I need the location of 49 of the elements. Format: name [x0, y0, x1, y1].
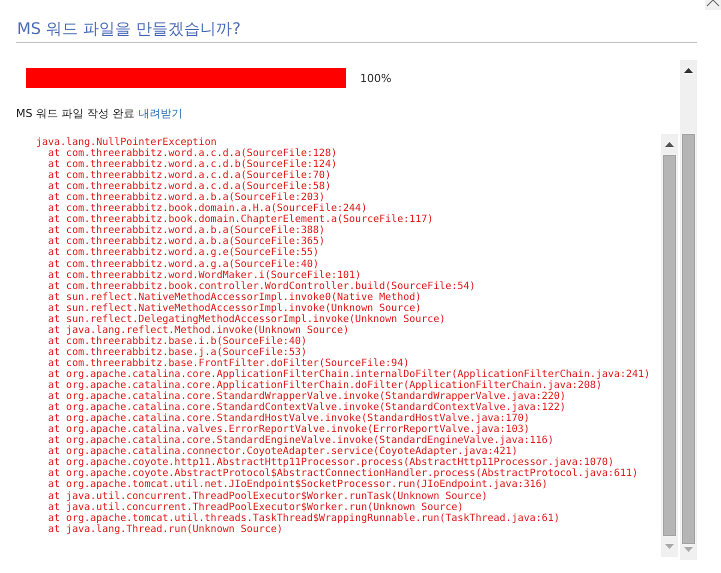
stack-frame: at java.util.concurrent.ThreadPoolExecutor$Worker.run(Unknown Source): [36, 502, 661, 513]
status-message: MS 워드 파일 작성 완료: [16, 107, 134, 121]
stack-frame: at sun.reflect.NativeMethodAccessorImpl.invoke(Unknown Source): [36, 302, 661, 314]
stack-frame: at org.apache.catalina.core.StandardHostValve.invoke(StandardHostValve.java:170): [36, 413, 661, 424]
inner-scrollbar[interactable]: [661, 134, 678, 557]
stack-frame: at java.util.concurrent.ThreadPoolExecutor$Worker.runTask(Unknown Source): [36, 490, 661, 502]
stack-frame: at com.threerabbitz.word.a.b.a(SourceFile:388): [36, 225, 661, 236]
stack-frame: at com.threerabbitz.book.controller.WordController.build(SourceFile:54): [36, 280, 661, 292]
scroll-down-icon[interactable]: [684, 547, 693, 552]
exception-name: java.lang.NullPointerException: [36, 137, 218, 148]
stack-frame: at org.apache.catalina.connector.CoyoteAdapter.service(CoyoteAdapter.java:421): [36, 446, 661, 458]
stack-frame: at com.threerabbitz.word.a.c.d.b(SourceFile:124): [36, 159, 661, 170]
stack-frame: at com.threerabbitz.base.FrontFilter.doFilter(SourceFile:94): [36, 358, 661, 369]
stack-frame: at com.threerabbitz.word.a.c.d.a(SourceFile:58): [36, 181, 661, 192]
scroll-up-icon[interactable]: [665, 142, 674, 147]
dialog-title: MS 워드 파일을 만들겠습니까?: [17, 19, 241, 38]
scroll-down-icon[interactable]: [665, 544, 674, 549]
stack-frame: at org.apache.tomcat.util.threads.TaskThread$WrappingRunnable.run(TaskThread.java:61): [36, 512, 661, 524]
stack-frame: at com.threerabbitz.word.a.b.a(SourceFile:365): [36, 236, 661, 248]
progress-percent: 100%: [360, 72, 392, 84]
scroll-up-icon[interactable]: [684, 68, 693, 73]
stack-frame: at sun.reflect.DelegatingMethodAccessorImpl.invoke(Unknown Source): [36, 314, 661, 325]
download-link[interactable]: 내려받기: [138, 107, 182, 121]
stack-frame: at org.apache.catalina.core.StandardContextValve.invoke(StandardContextValve.java:122): [36, 402, 661, 414]
stack-frame: at com.threerabbitz.book.domain.ChapterElement.a(SourceFile:117): [36, 214, 661, 226]
stack-frame: at org.apache.catalina.valves.ErrorReportValve.invoke(ErrorReportValve.java:103): [36, 424, 661, 436]
stack-frame: at com.threerabbitz.word.a.c.d.a(SourceFile:70): [36, 170, 661, 182]
stack-frame: at org.apache.tomcat.util.net.JIoEndpoint$SocketProcessor.run(JIoEndpoint.java:316): [36, 479, 661, 490]
stack-frame: at java.lang.Thread.run(Unknown Source): [36, 524, 661, 535]
stack-frame: at com.threerabbitz.word.a.g.e(SourceFile:55): [36, 247, 661, 259]
scrollbar-thumb[interactable]: [682, 134, 695, 544]
stack-frame: at com.threerabbitz.word.a.c.d.a(SourceFile:128): [36, 148, 661, 160]
stack-frame: at com.threerabbitz.base.i.b(SourceFile:40): [36, 336, 661, 347]
stack-frame: at com.threerabbitz.word.WordMaker.i(SourceFile:101): [36, 270, 661, 281]
stack-frame: at sun.reflect.NativeMethodAccessorImpl.invoke0(Native Method): [36, 292, 661, 303]
scrollbar-thumb[interactable]: [663, 155, 676, 536]
stack-frame: at org.apache.coyote.http11.AbstractHttp11Processor.process(AbstractHttp11Processor.java:1070): [36, 457, 661, 468]
stack-frame: at java.lang.reflect.Method.invoke(Unknown Source): [36, 324, 661, 336]
stack-frame: at org.apache.catalina.core.ApplicationFilterChain.internalDoFilter(ApplicationFilterChain.java:241): [36, 368, 661, 380]
stack-frame: at com.threerabbitz.word.a.g.a(SourceFile:40): [36, 258, 661, 270]
stack-frame: at com.threerabbitz.base.j.a(SourceFile:53): [36, 346, 661, 358]
stack-frame: at org.apache.coyote.AbstractProtocol$AbstractConnectionHandler.process(AbstractProtocol.java:611): [36, 468, 661, 480]
stack-frame: at com.threerabbitz.book.domain.a.H.a(SourceFile:244): [36, 203, 661, 214]
outer-scrollbar[interactable]: [680, 60, 697, 560]
stack-frame: at org.apache.catalina.core.ApplicationFilterChain.doFilter(ApplicationFilterChain.java:208): [36, 380, 661, 392]
stack-frame: at org.apache.catalina.core.StandardWrapperValve.invoke(StandardWrapperValve.java:220): [36, 391, 661, 402]
stack-frame: at org.apache.catalina.core.StandardEngineValve.invoke(StandardEngineValve.java:116): [36, 435, 661, 446]
stack-frame: at com.threerabbitz.word.a.b.a(SourceFile:203): [36, 192, 661, 204]
close-button[interactable]: [705, 0, 721, 10]
